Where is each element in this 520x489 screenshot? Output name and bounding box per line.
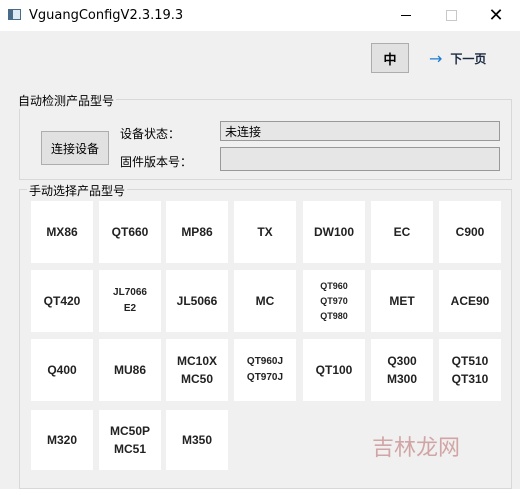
maximize-button[interactable] — [429, 0, 473, 31]
auto-detect-group-title: 自动检测产品型号 — [16, 92, 117, 109]
model-tile-label: MU86 — [113, 362, 146, 377]
next-page-button[interactable]: → 下一页 — [429, 50, 486, 67]
model-tile[interactable]: MC10X MC50 — [166, 339, 228, 401]
model-tile[interactable]: QT510 QT310 — [439, 339, 501, 401]
model-tile-label: C900 — [455, 224, 485, 239]
model-tile[interactable]: EC — [371, 201, 433, 263]
model-tile-label: Q300 — [387, 354, 417, 368]
model-tile-label: M350 — [181, 432, 213, 447]
device-status-field: 未连接 — [220, 121, 500, 141]
title-bar: VguangConfigV2.3.19.3 ✕ — [0, 0, 520, 31]
close-icon: ✕ — [488, 4, 504, 26]
minimize-button[interactable] — [384, 0, 428, 31]
model-tile-label: QT310 — [451, 372, 489, 386]
model-tile-label: ACE90 — [450, 293, 490, 308]
model-tile-label: MP86 — [181, 224, 213, 239]
connect-device-button[interactable]: 连接设备 — [41, 131, 109, 165]
model-tile-label: M320 — [46, 432, 78, 447]
model-tile-label: MC10X — [176, 354, 217, 368]
model-tile[interactable]: MP86 — [166, 201, 228, 263]
firmware-version-field — [220, 147, 500, 171]
model-tile[interactable]: Q300 M300 — [371, 339, 433, 401]
model-tile[interactable]: QT420 — [31, 270, 93, 332]
firmware-version-label: 固件版本号： — [120, 155, 193, 169]
model-tile-label: E2 — [123, 303, 137, 314]
model-tile-label: QT960 — [320, 280, 348, 291]
model-tile-label: JL5066 — [176, 293, 218, 308]
model-tile[interactable]: Q400 — [31, 339, 93, 401]
model-tile[interactable]: MC — [234, 270, 296, 332]
model-tile-label: MC — [255, 293, 275, 308]
window-title: VguangConfigV2.3.19.3 — [29, 8, 184, 23]
model-tile[interactable]: JL7066 E2 — [99, 270, 161, 332]
minimize-icon — [401, 15, 411, 16]
model-tile-label: M300 — [386, 372, 418, 386]
model-tile-label: MX86 — [46, 224, 78, 239]
model-tile[interactable]: QT100 — [303, 339, 365, 401]
device-status-label: 设备状态： — [120, 127, 181, 141]
model-tile[interactable]: JL5066 — [166, 270, 228, 332]
app-icon — [8, 9, 21, 20]
model-tile-label: JL7066 — [113, 287, 147, 298]
model-tile[interactable]: C900 — [439, 201, 501, 263]
language-button[interactable]: 中 — [371, 43, 409, 73]
watermark: 吉林龙网 — [372, 436, 461, 461]
model-tile[interactable]: QT960 QT970 QT980 — [303, 270, 365, 332]
close-button[interactable]: ✕ — [474, 0, 518, 31]
model-tile-label: QT660 — [111, 224, 149, 239]
arrow-right-icon: → — [429, 48, 443, 68]
model-tile-label: MC50P — [109, 424, 150, 438]
model-tile-label: MC50 — [180, 372, 213, 386]
model-tile[interactable]: MC50P MC51 — [99, 410, 161, 470]
model-tile[interactable]: M350 — [166, 410, 228, 470]
model-tile-label: QT420 — [43, 293, 81, 308]
model-tile-label: TX — [257, 224, 273, 239]
model-tile-label: DW100 — [313, 224, 354, 239]
model-tile-label: Q400 — [47, 362, 77, 377]
model-tile[interactable]: DW100 — [303, 201, 365, 263]
model-tile[interactable]: M320 — [31, 410, 93, 470]
model-tile-label: QT960J — [246, 356, 284, 367]
model-tile-label: QT970J — [246, 372, 284, 383]
manual-select-group-title: 手动选择产品型号 — [27, 182, 128, 199]
model-tile[interactable]: MU86 — [99, 339, 161, 401]
model-tile-label: MC51 — [113, 442, 146, 456]
model-tile[interactable]: TX — [234, 201, 296, 263]
maximize-icon — [445, 10, 457, 21]
model-tile[interactable]: ACE90 — [439, 270, 501, 332]
next-page-label: 下一页 — [450, 52, 487, 66]
model-tile-label: QT970 — [320, 295, 348, 306]
model-tile[interactable]: QT660 — [99, 201, 161, 263]
model-tile-label: QT510 — [451, 354, 489, 368]
model-tile-label: EC — [393, 224, 411, 239]
model-tile[interactable]: MX86 — [31, 201, 93, 263]
model-tile-label: MET — [389, 293, 415, 308]
model-tile[interactable]: MET — [371, 270, 433, 332]
model-tile-label: QT100 — [315, 362, 353, 377]
model-tile-label: QT980 — [320, 310, 348, 321]
model-tile[interactable]: QT960J QT970J — [234, 339, 296, 401]
